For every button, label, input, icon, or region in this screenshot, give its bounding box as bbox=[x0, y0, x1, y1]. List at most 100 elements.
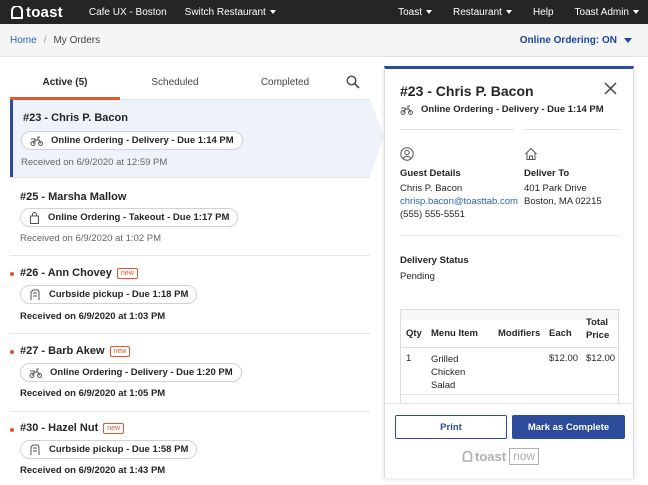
online-ordering-status: Online Ordering: ON bbox=[519, 35, 617, 46]
deliver-to-label: Deliver To bbox=[524, 168, 570, 179]
new-badge: new bbox=[109, 345, 131, 357]
cell-qty: 1 bbox=[406, 353, 412, 364]
order-type-text: Curbside pickup - Due 1:18 PM bbox=[49, 289, 189, 300]
order-card-27[interactable]: #27 - Barb Akew new Online Ordering - De… bbox=[10, 334, 370, 411]
col-header-qty: Qty bbox=[406, 328, 422, 339]
chevron-down-icon bbox=[633, 10, 639, 14]
unread-dot bbox=[10, 428, 14, 432]
tab-scheduled[interactable]: Scheduled bbox=[120, 77, 230, 88]
mark-complete-button[interactable]: Mark as Complete bbox=[512, 415, 625, 439]
order-type-text: Online Ordering - Delivery - Due 1:20 PM bbox=[50, 367, 233, 378]
divider bbox=[523, 129, 619, 130]
toast-logo-icon bbox=[462, 451, 473, 462]
location-label: Cafe UX - Boston bbox=[88, 6, 167, 18]
cell-each: $12.00 bbox=[549, 353, 579, 364]
toast-menu-label: Toast bbox=[398, 6, 423, 18]
brand-now-text: now bbox=[509, 448, 540, 465]
order-type-text: Curbside pickup - Due 1:58 PM bbox=[49, 444, 189, 455]
order-title: #27 - Barb Akew new bbox=[20, 345, 131, 357]
order-card-30[interactable]: #30 - Hazel Nut new Curbside pickup - Du… bbox=[10, 412, 370, 485]
address-line1: 401 Park Drive bbox=[524, 183, 587, 194]
order-title: #25 - Marsha Mallow bbox=[20, 191, 126, 203]
order-type-pill: Curbside pickup - Due 1:58 PM bbox=[20, 440, 198, 459]
tab-completed[interactable]: Completed bbox=[230, 77, 340, 88]
unread-dot bbox=[10, 350, 14, 354]
cell-menu-item: Grilled Chicken Salad bbox=[431, 354, 466, 391]
scooter-icon bbox=[30, 136, 43, 146]
order-type-pill: Curbside pickup - Due 1:18 PM bbox=[20, 285, 198, 304]
order-card-23[interactable]: #23 - Chris P. Bacon Online Ordering - D… bbox=[10, 100, 370, 177]
guest-details-label: Guest Details bbox=[400, 168, 461, 179]
order-type-pill: Online Ordering - Delivery - Due 1:14 PM bbox=[21, 131, 243, 150]
scooter-icon bbox=[29, 368, 42, 378]
chevron-down-icon bbox=[505, 10, 512, 14]
help-label: Help bbox=[532, 6, 554, 18]
order-type-pill: Online Ordering - Takeout - Due 1:17 PM bbox=[20, 208, 239, 227]
order-type-text: Online Ordering - Takeout - Due 1:17 PM bbox=[48, 212, 230, 223]
order-title-text: #27 - Barb Akew bbox=[20, 345, 105, 357]
toast-admin-label: Toast Admin bbox=[574, 6, 629, 18]
breadcrumb-separator: / bbox=[43, 34, 47, 46]
order-title-text: #30 - Hazel Nut bbox=[20, 422, 99, 434]
guest-email-link[interactable]: chrisp.bacon@toasttab.com bbox=[400, 196, 518, 207]
search-icon[interactable] bbox=[346, 75, 360, 89]
divider bbox=[400, 129, 514, 130]
toast-menu[interactable]: Toast bbox=[398, 6, 433, 18]
chevron-down-icon bbox=[269, 10, 276, 14]
home-icon bbox=[525, 147, 537, 160]
print-button[interactable]: Print bbox=[395, 415, 507, 439]
bag-icon bbox=[30, 211, 39, 224]
car-icon bbox=[30, 444, 40, 455]
breadcrumb-current: My Orders bbox=[53, 34, 101, 46]
detail-footer: Print Mark as Complete toast now bbox=[385, 403, 633, 478]
received-time: Received on 6/9/2020 at 1:02 PM bbox=[20, 233, 162, 244]
toast-logo[interactable]: toast bbox=[10, 4, 63, 21]
guest-name: Chris P. Bacon bbox=[400, 183, 463, 194]
cell-total: $12.00 bbox=[586, 353, 616, 364]
selection-pointer bbox=[370, 99, 384, 175]
new-badge: new bbox=[116, 267, 138, 279]
chevron-down-icon bbox=[624, 38, 632, 43]
order-title: #30 - Hazel Nut new bbox=[20, 422, 125, 434]
detail-title: #23 - Chris P. Bacon bbox=[400, 83, 534, 99]
sub-header: Home / My Orders Online Ordering: ON bbox=[0, 24, 648, 57]
order-type-text: Online Ordering - Delivery - Due 1:14 PM bbox=[51, 135, 234, 146]
address-line2: Boston, MA 02215 bbox=[524, 196, 602, 207]
order-title-text: #25 - Marsha Mallow bbox=[20, 191, 127, 203]
logo-text: toast bbox=[26, 3, 63, 21]
order-card-25[interactable]: #25 - Marsha Mallow Online Ordering - Ta… bbox=[10, 178, 370, 255]
col-header-menu-item: Menu Item bbox=[431, 328, 478, 339]
tab-active[interactable]: Active (5) bbox=[10, 77, 120, 88]
order-card-26[interactable]: #26 - Ann Chovey new Curbside pickup - D… bbox=[10, 256, 370, 333]
breadcrumb-home[interactable]: Home bbox=[10, 35, 37, 46]
toast-logo-icon bbox=[11, 5, 23, 19]
detail-order-type: Online Ordering - Delivery - Due 1:14 PM bbox=[400, 104, 604, 115]
table-row-divider bbox=[401, 394, 618, 395]
received-time: Received on 6/9/2020 at 1:05 PM bbox=[20, 388, 166, 399]
col-header-total-price: Total Price bbox=[586, 317, 610, 341]
car-icon bbox=[30, 289, 40, 300]
chevron-down-icon bbox=[426, 10, 433, 14]
switch-restaurant-label: Switch Restaurant bbox=[184, 6, 266, 18]
toast-admin-menu[interactable]: Toast Admin bbox=[575, 7, 639, 18]
order-title-text: #23 - Chris P. Bacon bbox=[23, 112, 128, 124]
user-icon bbox=[400, 147, 414, 161]
guest-phone: (555) 555-5551 bbox=[400, 209, 465, 220]
restaurant-menu[interactable]: Restaurant bbox=[453, 7, 512, 18]
nav-right-menus: Toast Restaurant Help Toast Admin bbox=[377, 0, 639, 24]
order-title-text: #26 - Ann Chovey bbox=[20, 267, 112, 279]
switch-restaurant-menu[interactable]: Switch Restaurant bbox=[185, 7, 276, 18]
top-nav: toast Cafe UX - Boston Switch Restaurant… bbox=[0, 0, 648, 24]
new-badge: new bbox=[103, 422, 125, 434]
online-ordering-toggle[interactable]: Online Ordering: ON bbox=[520, 35, 632, 46]
col-header-modifiers: Modifiers bbox=[498, 328, 541, 339]
table-header-divider bbox=[401, 347, 618, 348]
close-icon[interactable] bbox=[604, 82, 617, 95]
divider bbox=[400, 235, 619, 236]
order-items-table: Qty Menu Item Modifiers Each Total Price… bbox=[400, 309, 619, 409]
unread-dot bbox=[10, 272, 14, 276]
order-tabs: Active (5) Scheduled Completed bbox=[10, 72, 370, 100]
help-link[interactable]: Help bbox=[533, 7, 554, 18]
delivery-status-label: Delivery Status bbox=[400, 255, 469, 266]
received-time: Received on 6/9/2020 at 1:43 PM bbox=[20, 465, 166, 476]
